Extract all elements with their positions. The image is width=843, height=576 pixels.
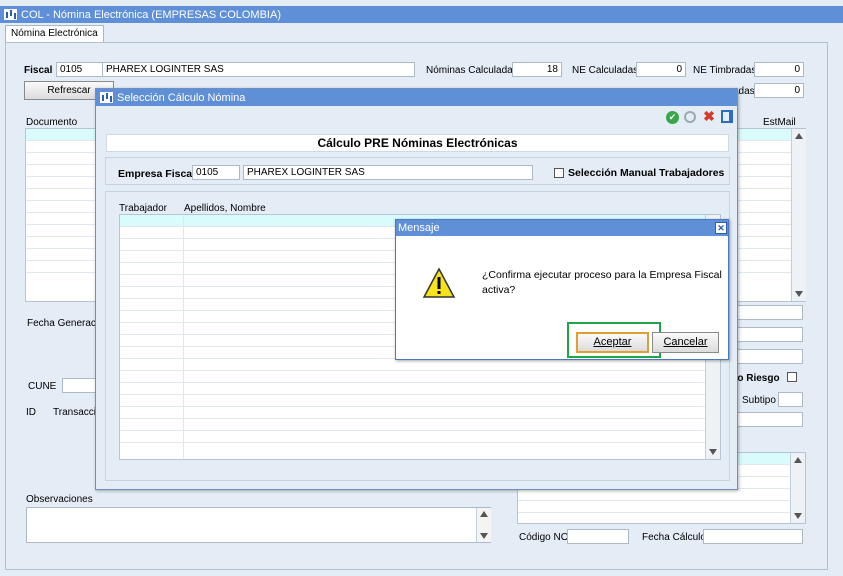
- message-text: ¿Confirma ejecutar proceso para la Empre…: [482, 269, 722, 296]
- cune-field[interactable]: [62, 378, 98, 393]
- accept-label: Aceptar: [593, 336, 632, 348]
- observaciones-field[interactable]: [26, 507, 491, 543]
- search-icon[interactable]: [684, 111, 696, 123]
- message-close-icon[interactable]: ✕: [715, 222, 727, 234]
- dialog-app-icon: [100, 92, 113, 103]
- message-titlebar: Mensaje: [396, 220, 728, 236]
- fiscal-name-field[interactable]: PHAREX LOGINTER SAS: [102, 62, 415, 77]
- scroll-up-icon[interactable]: [795, 133, 803, 139]
- nominas-calculadas-field: 18: [512, 62, 562, 77]
- scroll-down-icon[interactable]: [794, 513, 802, 519]
- codigo-no-field[interactable]: [567, 529, 629, 544]
- cancel-label: Cancelar: [663, 336, 708, 348]
- empresa-name-field[interactable]: PHAREX LOGINTER SAS: [243, 165, 533, 180]
- fecha-calculo-label: Fecha Cálculo: [642, 532, 706, 543]
- main-window-titlebar: COL - Nómina Electrónica (EMPRESAS COLOM…: [0, 6, 843, 23]
- nominas-calculadas-label: Nóminas Calculadas: [426, 65, 518, 76]
- ne-calculadas-label: NE Calculadas: [572, 65, 639, 76]
- seleccion-manual-checkbox[interactable]: [554, 168, 564, 178]
- cune-label: CUNE: [28, 381, 57, 392]
- seleccion-manual-label: Selección Manual Trabajadores: [568, 167, 725, 179]
- observaciones-label: Observaciones: [26, 494, 93, 505]
- empresa-code-field[interactable]: 0105: [192, 165, 240, 180]
- col-trabajador: Trabajador: [119, 203, 167, 214]
- empresa-fiscal-label: Empresa Fiscal: [118, 168, 196, 180]
- app-icon: [4, 9, 17, 20]
- partial-field: 0: [754, 83, 804, 98]
- close-icon[interactable]: ✖: [702, 109, 716, 124]
- cancel-button[interactable]: Cancelar: [652, 332, 719, 353]
- documents-scrollbar[interactable]: [791, 129, 806, 301]
- right-field-3[interactable]: [733, 349, 803, 364]
- selection-dialog-titlebar: Selección Cálculo Nómina: [96, 89, 737, 106]
- documento-label: Documento: [26, 117, 78, 128]
- codigo-no-label: Código NO: [519, 532, 569, 543]
- ne-timbradas-label: NE Timbradas: [693, 65, 757, 76]
- riesgo-label: to Riesgo: [734, 373, 780, 384]
- subtipo-label: Subtipo: [742, 395, 776, 406]
- ne-calculadas-field: 0: [636, 62, 686, 77]
- tab-label: Nómina Electrónica: [11, 28, 98, 39]
- estmail-label: EstMail: [763, 117, 796, 128]
- message-dialog: Mensaje ✕ ¿Confirma ejecutar proceso par…: [395, 219, 729, 360]
- workers-grid-divider: [183, 215, 184, 459]
- exit-icon[interactable]: [721, 110, 733, 123]
- bottom-right-scrollbar[interactable]: [790, 453, 805, 523]
- accept-button[interactable]: Aceptar: [576, 332, 649, 353]
- tab-nomina-electronica[interactable]: Nómina Electrónica: [5, 25, 104, 42]
- main-window-title: COL - Nómina Electrónica (EMPRESAS COLOM…: [21, 8, 281, 21]
- selection-dialog-title: Selección Cálculo Nómina: [117, 91, 246, 104]
- fiscal-label: Fiscal: [24, 65, 53, 76]
- scroll-down-icon[interactable]: [795, 291, 803, 297]
- right-field-4[interactable]: [733, 412, 803, 427]
- scroll-down-icon[interactable]: [709, 449, 717, 455]
- refresh-label: Refrescar: [47, 85, 91, 96]
- subtipo-field[interactable]: [778, 392, 803, 407]
- scroll-up-icon[interactable]: [794, 457, 802, 463]
- fiscal-code-field[interactable]: 0105: [56, 62, 103, 77]
- dialog-heading-box: Cálculo PRE Nóminas Electrónicas: [106, 134, 729, 152]
- right-field-1[interactable]: [733, 305, 803, 320]
- scroll-up-icon[interactable]: [480, 511, 488, 517]
- scroll-down-icon[interactable]: [480, 533, 488, 539]
- observaciones-scrollbar[interactable]: [476, 508, 491, 542]
- accept-icon[interactable]: ✔: [666, 111, 679, 124]
- ne-timbradas-field: 0: [754, 62, 804, 77]
- warning-icon: [422, 267, 456, 298]
- id-label: ID: [26, 407, 36, 418]
- riesgo-checkbox[interactable]: [787, 372, 797, 382]
- col-apellidos: Apellidos, Nombre: [184, 203, 266, 214]
- dialog-heading: Cálculo PRE Nóminas Electrónicas: [317, 136, 518, 150]
- fecha-calculo-field[interactable]: [703, 529, 803, 544]
- message-title: Mensaje: [398, 222, 440, 234]
- right-field-2[interactable]: [733, 327, 803, 342]
